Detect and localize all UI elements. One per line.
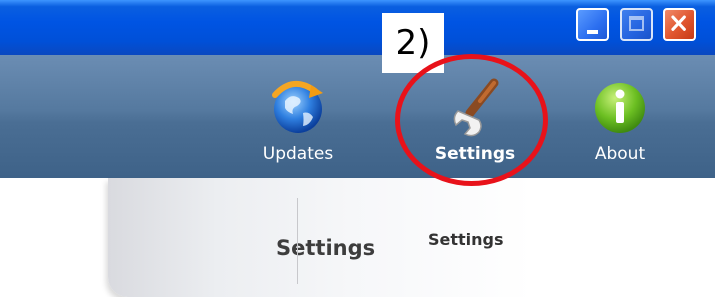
minimize-icon — [587, 30, 598, 34]
toolbar-about-label: About — [594, 144, 646, 164]
tab-divider — [297, 198, 298, 284]
title-bar[interactable] — [0, 0, 715, 55]
maximize-icon — [629, 16, 644, 31]
toolbar-updates-label: Updates — [262, 144, 334, 164]
settings-panel-title: Settings — [276, 236, 376, 260]
maximize-button[interactable] — [620, 8, 653, 41]
settings-tab[interactable]: Settings — [428, 230, 504, 249]
settings-content-area: Settings Settings — [0, 178, 715, 297]
app-window: Updates Settings About Settings Settings… — [0, 0, 715, 297]
toolbar-about-button[interactable]: About — [570, 75, 670, 165]
globe-update-icon — [272, 81, 323, 133]
highlight-circle-annotation — [395, 54, 548, 186]
settings-tab-strip: Settings Settings — [108, 178, 715, 297]
toolbar-updates-button[interactable]: Updates — [243, 75, 353, 165]
close-button[interactable] — [663, 8, 696, 41]
info-icon — [595, 83, 645, 133]
main-toolbar: Updates Settings About — [0, 55, 715, 178]
minimize-button[interactable] — [576, 8, 609, 41]
close-icon — [671, 15, 686, 31]
